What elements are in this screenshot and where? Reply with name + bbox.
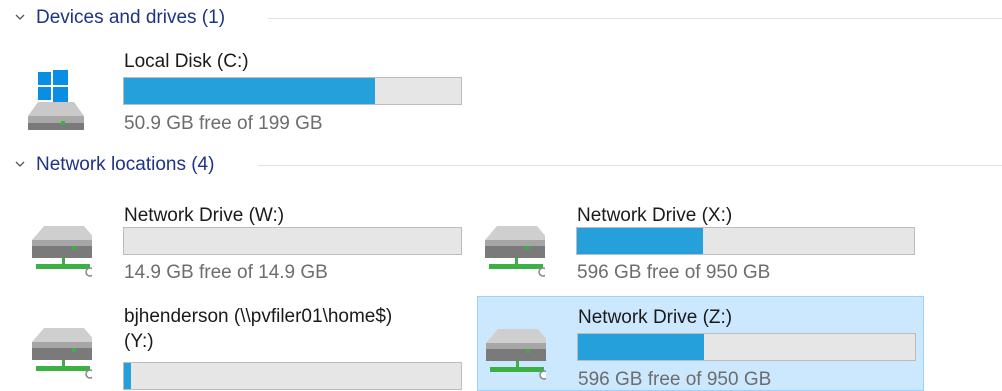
group-header-devices-and-drives[interactable]: Devices and drives (1) [0, 0, 1002, 36]
drive-name: Local Disk (C:) [124, 51, 249, 72]
drive-name: bjhenderson (\\pvfiler01\home$) [124, 306, 393, 327]
group-title: Network locations (4) [36, 154, 215, 175]
network-drive-icon [32, 226, 92, 277]
chevron-down-icon [15, 14, 25, 20]
drive-name: Network Drive (Z:) [578, 307, 733, 328]
drive-name: Network Drive (W:) [124, 205, 285, 226]
drive-name: Network Drive (X:) [577, 205, 733, 226]
network-drive-icon [485, 226, 545, 277]
windows-drive-icon [28, 70, 84, 130]
drive-free-space: 14.9 GB free of 14.9 GB [124, 262, 328, 283]
group-title: Devices and drives (1) [36, 7, 226, 28]
drive-usage-bar [577, 333, 916, 361]
drive-usage-bar [576, 227, 915, 255]
network-drive-icon [32, 328, 92, 379]
drive-usage-bar [123, 227, 462, 255]
network-drive-icon [486, 329, 546, 380]
group-divider [258, 165, 1002, 166]
drive-usage-bar [123, 362, 462, 390]
drive-usage-bar-fill [124, 78, 375, 104]
group-header-network-locations[interactable]: Network locations (4) [0, 147, 1002, 183]
drive-tile-network-y[interactable]: bjhenderson (\\pvfiler01\home$) (Y:) [0, 300, 462, 391]
drive-usage-bar-fill [577, 228, 703, 254]
drive-tile-local-disk-c[interactable]: Local Disk (C:) 50.9 GB free of 199 GB [0, 44, 462, 134]
drive-tile-network-z[interactable]: Network Drive (Z:) 596 GB free of 950 GB [477, 296, 924, 391]
drive-tile-network-w[interactable]: Network Drive (W:) 14.9 GB free of 14.9 … [0, 198, 462, 284]
group-divider [268, 18, 1002, 19]
drive-free-space: 596 GB free of 950 GB [578, 369, 772, 390]
drive-tile-network-x[interactable]: Network Drive (X:) 596 GB free of 950 GB [453, 198, 915, 284]
drive-usage-bar-fill [578, 334, 704, 360]
drive-name-line2: (Y:) [124, 331, 154, 352]
drive-usage-bar-fill [124, 363, 131, 389]
drive-usage-bar [123, 77, 462, 105]
drive-free-space: 50.9 GB free of 199 GB [124, 113, 323, 134]
drive-free-space: 596 GB free of 950 GB [577, 262, 771, 283]
chevron-down-icon [15, 161, 25, 167]
